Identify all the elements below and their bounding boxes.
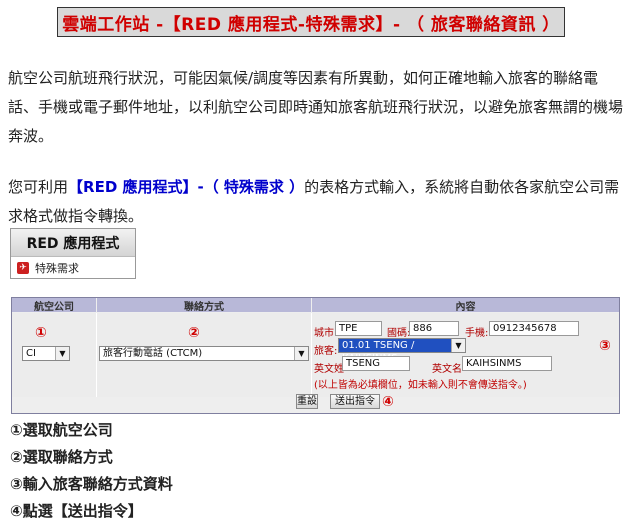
usage-text-pre: 您可利用 bbox=[8, 178, 69, 196]
contact-method-select[interactable]: 旅客行動電話 (CTCM) ▼ bbox=[99, 346, 309, 361]
chevron-down-icon: ▼ bbox=[451, 339, 465, 352]
given-name-input[interactable]: KAIHSINMS bbox=[462, 356, 552, 371]
usage-paragraph: 您可利用【RED 應用程式】-（ 特殊需求 ）的表格方式輸入，系統將自動依各家航… bbox=[8, 173, 623, 231]
marker-1: ① bbox=[35, 325, 47, 341]
red-app-menu: RED 應用程式 ✈ 特殊需求 bbox=[10, 228, 136, 279]
country-code-label: 國碼: bbox=[387, 328, 411, 339]
page-title: 雲端工作站 -【RED 應用程式-特殊需求】- （ 旅客聯絡資訊 ） bbox=[57, 7, 565, 37]
city-label: 城市: bbox=[314, 328, 338, 339]
airline-column-header: 航空公司 bbox=[12, 298, 96, 313]
step-item: ②選取聯絡方式 bbox=[10, 448, 113, 466]
marker-4: ④ bbox=[382, 394, 394, 410]
special-request-label: 特殊需求 bbox=[35, 262, 79, 275]
mobile-label: 手機: bbox=[465, 328, 489, 339]
city-input[interactable]: TPE bbox=[335, 321, 382, 336]
contact-form-panel: 航空公司 聯絡方式 內容 ① CI ▼ ② 旅客行動電話 (CTCM) ▼ 城市… bbox=[11, 297, 620, 414]
surname-label: 英文姓 bbox=[314, 364, 344, 375]
reset-button[interactable]: 重設 bbox=[296, 394, 318, 409]
chevron-down-icon: ▼ bbox=[294, 347, 308, 360]
mobile-input[interactable]: 0912345678 bbox=[489, 321, 579, 336]
passenger-select[interactable]: 01.01 TSENG / KAIHSINMS ▼ bbox=[338, 338, 466, 364]
intro-paragraph: 航空公司航班飛行狀況，可能因氣候/調度等因素有所異動，如何正確地輸入旅客的聯絡電… bbox=[8, 69, 624, 145]
country-code-input[interactable]: 886 bbox=[409, 321, 459, 336]
passenger-label: 旅客: bbox=[314, 346, 338, 357]
surname-input[interactable]: TSENG bbox=[342, 356, 410, 371]
app-icon: ✈ bbox=[17, 262, 29, 274]
airline-select-value: CI bbox=[26, 348, 36, 359]
step-item: ③輸入旅客聯絡方式資料 bbox=[10, 475, 173, 493]
send-command-button[interactable]: 送出指令 bbox=[330, 394, 380, 409]
chevron-down-icon: ▼ bbox=[55, 347, 69, 360]
marker-2: ② bbox=[188, 325, 200, 341]
given-name-label: 英文名 bbox=[432, 364, 462, 375]
step-item: ④點選【送出指令】 bbox=[10, 502, 143, 520]
special-request-menu-item[interactable]: ✈ 特殊需求 bbox=[11, 257, 135, 279]
contact-method-column-header: 聯絡方式 bbox=[97, 298, 311, 313]
contact-method-select-value: 旅客行動電話 (CTCM) bbox=[103, 348, 203, 359]
marker-3: ③ bbox=[599, 338, 611, 354]
usage-highlight: 【RED 應用程式】-（ 特殊需求 ） bbox=[68, 178, 305, 196]
red-app-header: RED 應用程式 bbox=[11, 229, 135, 257]
steps-list: ①選取航空公司 ②選取聯絡方式 ③輸入旅客聯絡方式資料 ④點選【送出指令】 bbox=[10, 417, 173, 525]
step-item: ①選取航空公司 bbox=[10, 421, 113, 439]
required-note: (以上皆為必填欄位，如未輸入則不會傳送指令。) bbox=[314, 380, 527, 391]
airline-select[interactable]: CI ▼ bbox=[22, 346, 70, 361]
content-column-header: 內容 bbox=[312, 298, 619, 313]
